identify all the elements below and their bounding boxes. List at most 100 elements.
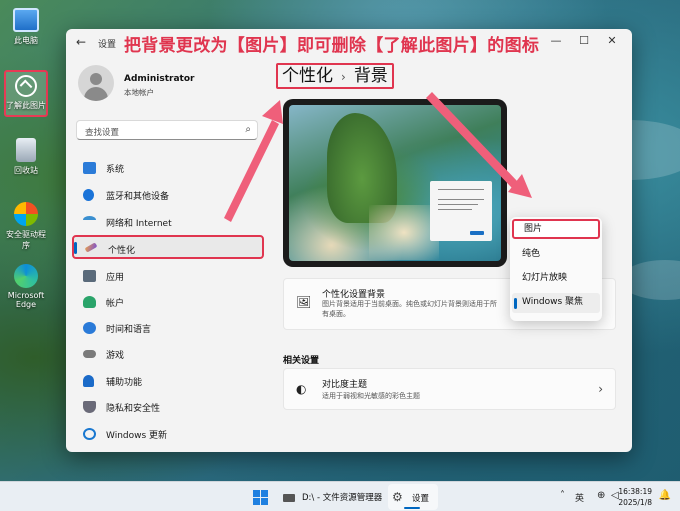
learn-picture-icon bbox=[15, 75, 37, 97]
dropdown-option-picture[interactable]: 图片 bbox=[512, 219, 600, 239]
sidebar-item-accessibility[interactable]: 辅助功能 bbox=[72, 369, 264, 393]
bluetooth-icon bbox=[83, 189, 94, 201]
settings-window: ← 设置 把背景更改为【图片】即可删除【了解此图片】的图标 — ☐ ✕ Admi… bbox=[66, 29, 632, 452]
search-input[interactable]: 查找设置 ⌕ bbox=[76, 120, 258, 140]
preview-mini-window bbox=[430, 181, 492, 241]
desktop-icon-label: Microsoft Edge bbox=[7, 291, 45, 309]
dropdown-option-solid-color[interactable]: 纯色 bbox=[512, 245, 600, 265]
sidebar-item-label: 个性化 bbox=[108, 246, 136, 256]
contrast-themes-card[interactable]: ◐ 对比度主题 适用于弱视和光敏感的彩色主题 › bbox=[283, 368, 616, 410]
desktop-icon-learn-about-picture[interactable]: 了解此图片 bbox=[4, 70, 48, 117]
contrast-icon: ◐ bbox=[296, 382, 307, 396]
brush-icon bbox=[84, 242, 98, 253]
update-icon bbox=[83, 428, 96, 440]
sidebar-item-label: 应用 bbox=[106, 273, 125, 283]
maximize-button[interactable]: ☐ bbox=[574, 34, 594, 47]
sidebar-item-personalization[interactable]: 个性化 bbox=[72, 235, 264, 259]
account-type: 本地帐户 bbox=[124, 88, 154, 97]
apps-icon bbox=[83, 270, 96, 282]
selection-indicator bbox=[514, 298, 517, 309]
recycle-bin-icon bbox=[16, 138, 36, 162]
sidebar-item-apps[interactable]: 应用 bbox=[72, 264, 264, 288]
sidebar-item-network[interactable]: 网络和 Internet bbox=[72, 210, 264, 234]
annotation-text: 把背景更改为【图片】即可删除【了解此图片】的图标 bbox=[124, 36, 540, 56]
accessibility-icon bbox=[83, 375, 94, 387]
sidebar-item-label: 游戏 bbox=[106, 351, 125, 361]
preview-wallpaper bbox=[289, 105, 501, 261]
wifi-icon bbox=[83, 216, 96, 224]
desktop-icon-recycle-bin[interactable]: 回收站 bbox=[4, 138, 48, 176]
desktop-icon-label: 此电脑 bbox=[14, 36, 38, 45]
breadcrumb-parent[interactable]: 个性化 bbox=[282, 66, 333, 86]
back-arrow-icon[interactable]: ← bbox=[76, 35, 86, 49]
taskbar: D:\ - 文件资源管理器 ⚙ 设置 ˄ 英 ⊕ ◁ 16:38:19 2025… bbox=[0, 481, 680, 511]
avatar[interactable] bbox=[78, 65, 114, 101]
desktop-icon-edge[interactable]: Microsoft Edge bbox=[4, 264, 48, 309]
image-icon: 🖼 bbox=[296, 295, 312, 309]
page-title: 背景 bbox=[353, 66, 388, 86]
card-description: 图片背景适用于当前桌面。纯色或幻灯片背景则适用于所有桌面。 bbox=[322, 300, 497, 318]
notification-bell-icon[interactable]: 🔔 bbox=[659, 490, 671, 501]
desktop-icon-security[interactable]: 安全驱动程序 bbox=[4, 202, 48, 251]
preview-beach bbox=[369, 205, 439, 260]
dropdown-option-label: Windows 聚焦 bbox=[522, 297, 584, 307]
sidebar-item-label: 时间和语言 bbox=[106, 325, 152, 335]
sidebar-item-bluetooth[interactable]: 蓝牙和其他设备 bbox=[72, 183, 264, 207]
gamepad-icon bbox=[83, 350, 96, 358]
active-indicator bbox=[404, 507, 420, 509]
taskbar-explorer[interactable]: D:\ - 文件资源管理器 bbox=[302, 491, 382, 503]
edge-icon bbox=[14, 264, 38, 288]
sidebar-item-privacy[interactable]: 隐私和安全性 bbox=[72, 395, 264, 419]
clock-time: 16:38:19 bbox=[618, 487, 652, 496]
background-type-dropdown[interactable]: 图片 纯色 幻灯片放映 Windows 聚焦 bbox=[510, 217, 602, 321]
globe-clock-icon bbox=[83, 322, 96, 334]
taskbar-settings[interactable]: ⚙ 设置 bbox=[388, 484, 438, 510]
start-button[interactable] bbox=[253, 490, 268, 505]
sidebar-item-label: 隐私和安全性 bbox=[106, 404, 161, 414]
desktop-icon-label: 回收站 bbox=[14, 166, 38, 175]
card-description: 适用于弱视和光敏感的彩色主题 bbox=[322, 392, 420, 400]
close-button[interactable]: ✕ bbox=[602, 34, 622, 47]
sidebar-item-accounts[interactable]: 帐户 bbox=[72, 290, 264, 314]
desktop-icon-this-pc[interactable]: 此电脑 bbox=[4, 8, 48, 46]
account-icon bbox=[83, 296, 96, 308]
sidebar-item-time-language[interactable]: 时间和语言 bbox=[72, 316, 264, 340]
title-bar: ← 设置 把背景更改为【图片】即可删除【了解此图片】的图标 — ☐ ✕ bbox=[66, 29, 632, 57]
search-icon: ⌕ bbox=[245, 124, 251, 135]
chevron-up-icon[interactable]: ˄ bbox=[560, 490, 565, 501]
card-title: 对比度主题 bbox=[322, 380, 368, 390]
monitor-icon bbox=[13, 8, 39, 32]
sidebar-item-label: 帐户 bbox=[106, 299, 125, 309]
related-settings-heading: 相关设置 bbox=[283, 356, 320, 366]
desktop-icon-label: 了解此图片 bbox=[6, 101, 46, 110]
sidebar-item-label: 网络和 Internet bbox=[106, 219, 172, 229]
taskbar-settings-label: 设置 bbox=[412, 494, 430, 504]
breadcrumb-separator: › bbox=[341, 70, 346, 84]
network-icon[interactable]: ⊕ bbox=[597, 490, 605, 501]
dropdown-option-windows-spotlight[interactable]: Windows 聚焦 bbox=[512, 293, 600, 313]
chevron-right-icon: › bbox=[598, 382, 603, 396]
clock-date: 2025/1/8 bbox=[618, 498, 652, 507]
sidebar-item-label: Windows 更新 bbox=[106, 431, 168, 441]
selection-indicator bbox=[74, 242, 77, 254]
user-name: Administrator bbox=[124, 74, 195, 84]
shield-icon bbox=[83, 401, 96, 413]
desktop-icon-label: 安全驱动程序 bbox=[6, 230, 46, 250]
sidebar-item-gaming[interactable]: 游戏 bbox=[72, 342, 264, 366]
system-icon bbox=[83, 162, 96, 174]
background-preview bbox=[283, 99, 507, 267]
app-title: 设置 bbox=[98, 40, 117, 50]
search-placeholder: 查找设置 bbox=[85, 128, 120, 138]
sidebar-item-label: 蓝牙和其他设备 bbox=[106, 192, 170, 202]
dropdown-option-slideshow[interactable]: 幻灯片放映 bbox=[512, 269, 600, 289]
gear-icon: ⚙ bbox=[392, 490, 403, 504]
sidebar-item-windows-update[interactable]: Windows 更新 bbox=[72, 422, 264, 446]
security-app-icon bbox=[14, 202, 38, 226]
minimize-button[interactable]: — bbox=[546, 34, 566, 47]
clock[interactable]: 16:38:19 2025/1/8 bbox=[618, 486, 652, 508]
input-language[interactable]: 英 bbox=[575, 491, 584, 504]
sidebar-item-system[interactable]: 系统 bbox=[72, 156, 264, 180]
sidebar-item-label: 辅助功能 bbox=[106, 378, 143, 388]
breadcrumb: 个性化 › 背景 bbox=[276, 63, 394, 89]
sidebar-item-label: 系统 bbox=[106, 165, 125, 175]
